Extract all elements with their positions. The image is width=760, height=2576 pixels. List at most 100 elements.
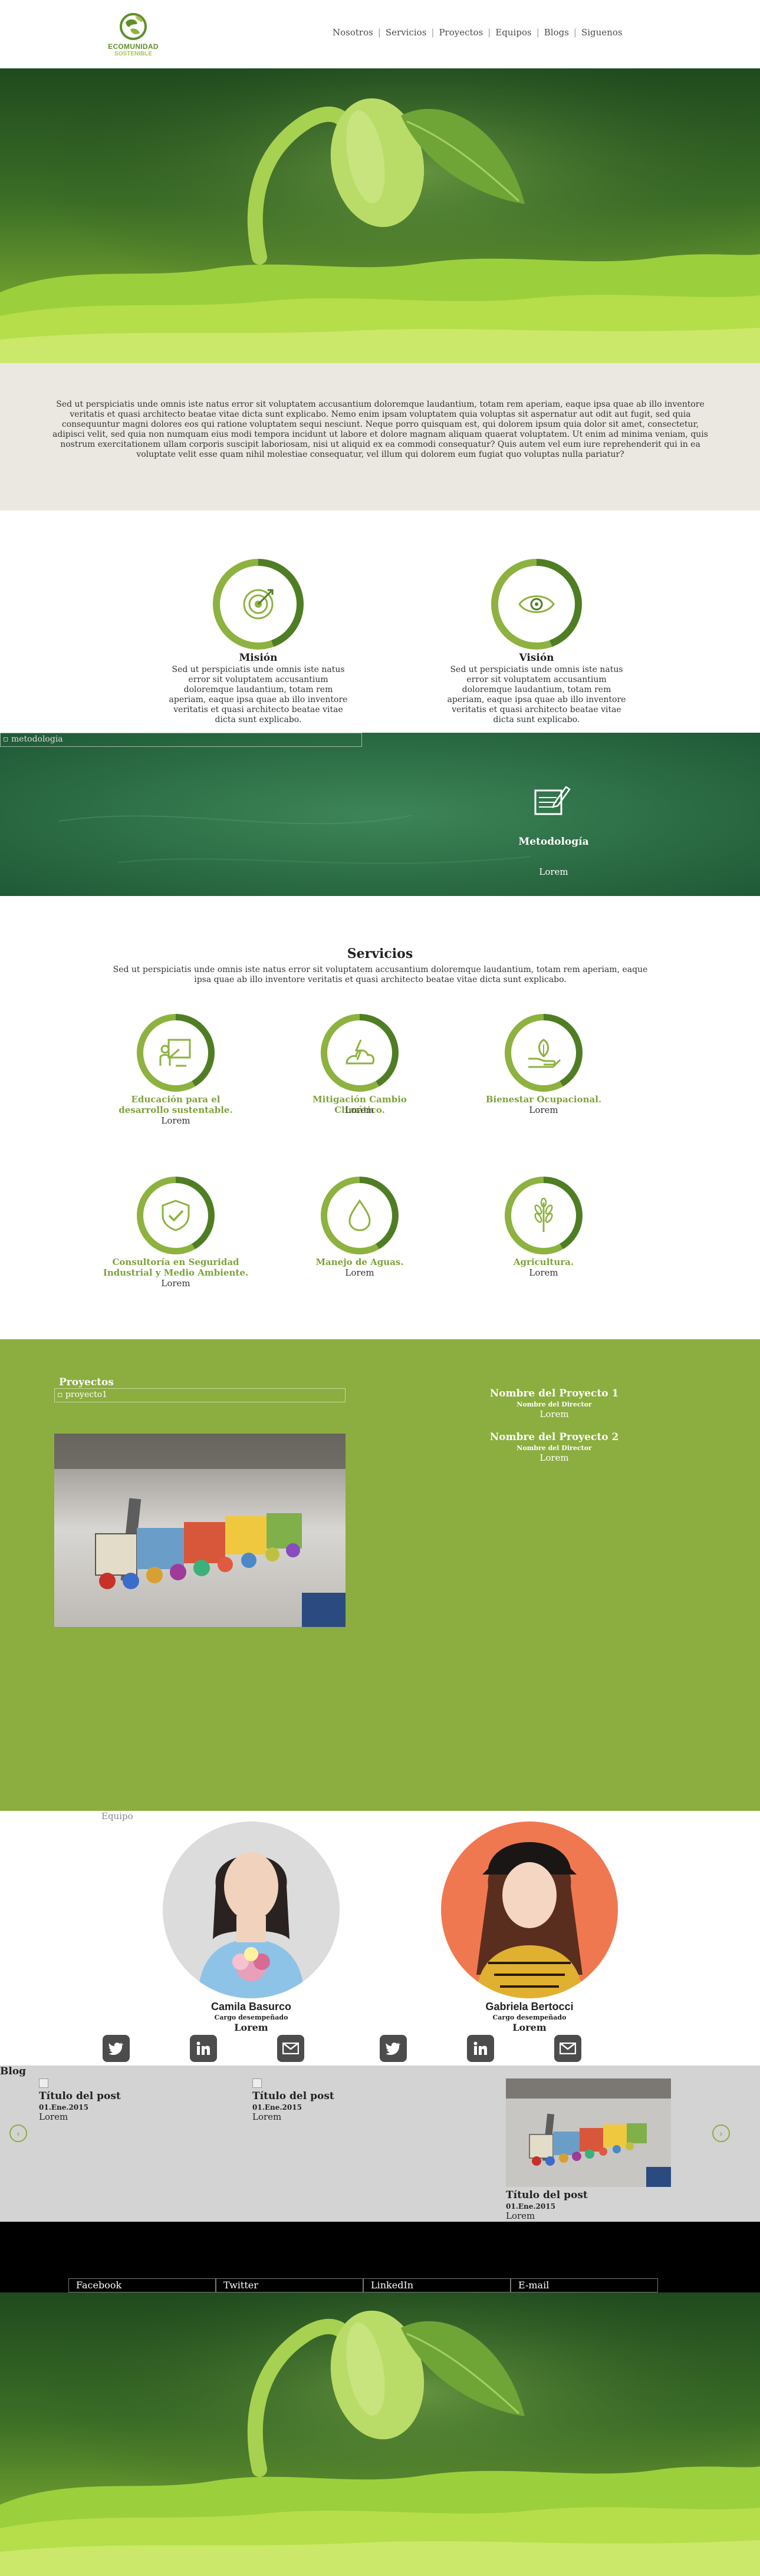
service-sub-education: Lorem xyxy=(161,1115,190,1126)
servicios-title: Servicios xyxy=(347,946,413,961)
notebook-pencil-icon xyxy=(534,786,571,815)
blog-heading: Blog xyxy=(0,2066,27,2077)
globe-leaf-icon xyxy=(120,13,147,40)
servicios-intro: Sed ut perspiciatis unde omnis iste natu… xyxy=(113,965,648,984)
service-label-safety[interactable]: Consultoría en Seguridad Industrial y Me… xyxy=(99,1257,252,1278)
nav-siguenos[interactable]: Siguenos xyxy=(577,27,627,38)
post-3-image[interactable] xyxy=(506,2078,671,2187)
post-2-title[interactable]: Título del post xyxy=(252,2090,429,2102)
equipo-heading: Equipo xyxy=(101,1811,133,1821)
metodologia-section: ▫ metodologia xyxy=(0,733,760,896)
chevron-left-icon: ‹ xyxy=(16,2127,21,2139)
email-button[interactable] xyxy=(554,2035,581,2062)
mission-title: Misión xyxy=(239,652,278,664)
blog-next-arrow[interactable]: › xyxy=(712,2124,730,2142)
climate-icon xyxy=(346,1039,375,1065)
post-3-title[interactable]: Título del post xyxy=(506,2189,683,2201)
broken-image-alt: proyecto1 xyxy=(65,1390,108,1399)
linkedin-button[interactable] xyxy=(467,2035,494,2062)
broken-image-icon: ▫ xyxy=(3,734,9,744)
logo-subtext: SOSTENIBLE xyxy=(114,51,152,57)
vision-circle xyxy=(491,559,582,650)
member-1-role: Cargo desempeñado xyxy=(214,2014,288,2021)
main-nav: Nosotros | Servicios | Proyectos | Equip… xyxy=(328,26,627,39)
post-1-title[interactable]: Título del post xyxy=(39,2090,216,2102)
metodologia-title: Metodología xyxy=(518,836,589,848)
post-1-date: 01.Ene.2015 xyxy=(39,2103,88,2111)
twitter-button[interactable] xyxy=(380,2035,407,2062)
twitter-button[interactable] xyxy=(103,2035,130,2062)
twitter-icon xyxy=(108,2043,123,2055)
member-2-name: Gabriela Bertocci xyxy=(485,2001,574,2012)
email-button[interactable] xyxy=(277,2035,304,2062)
service-label-education[interactable]: Educación para el desarrollo sustentable… xyxy=(111,1094,241,1115)
linkedin-button[interactable] xyxy=(190,2035,217,2062)
twitter-icon xyxy=(386,2043,400,2055)
service-circle-wellbeing[interactable] xyxy=(505,1014,583,1092)
education-icon xyxy=(159,1039,191,1067)
wheat-icon xyxy=(534,1198,553,1232)
service-circle-education[interactable] xyxy=(137,1014,215,1092)
broken-image-icon xyxy=(39,2078,48,2088)
service-circle-safety[interactable] xyxy=(137,1177,215,1254)
nav-servicios[interactable]: Servicios xyxy=(381,27,432,38)
nav-equipos[interactable]: Equipos xyxy=(491,27,536,38)
post-2-lorem: Lorem xyxy=(252,2111,282,2122)
nav-proyectos[interactable]: Proyectos xyxy=(434,27,488,38)
avatar-camila[interactable] xyxy=(163,1821,340,1998)
nav-blogs[interactable]: Blogs xyxy=(539,27,574,38)
service-circle-climate[interactable] xyxy=(321,1014,399,1092)
member-1-name: Camila Basurco xyxy=(210,2001,292,2012)
logo[interactable]: ECOMUNIDAD SOSTENIBLE xyxy=(104,12,163,59)
envelope-icon xyxy=(282,2043,299,2054)
bottom-hero-image xyxy=(0,2292,760,2576)
vision-text: Sed ut perspiciatis unde omnis iste natu… xyxy=(447,665,626,724)
intro-section: Sed ut perspiciatis unde omnis iste natu… xyxy=(0,363,760,510)
broken-image-icon: ▫ xyxy=(57,1390,63,1399)
eye-icon xyxy=(518,595,555,613)
target-icon xyxy=(243,589,274,620)
broken-image-icon xyxy=(252,2078,262,2088)
service-sub-climate: Lorem xyxy=(345,1105,374,1115)
service-label-agriculture[interactable]: Agricultura. xyxy=(479,1257,608,1267)
avatar-gabriela[interactable] xyxy=(441,1821,618,1998)
member-1-lorem: Lorem xyxy=(234,2022,268,2033)
footer-link-email[interactable]: E-mail xyxy=(511,2278,658,2292)
mission-text: Sed ut perspiciatis unde omnis iste natu… xyxy=(169,665,348,724)
footer-link-linkedin[interactable]: LinkedIn xyxy=(363,2278,511,2292)
metodologia-sub: Lorem xyxy=(539,867,568,877)
logo-text: ECOMUNIDAD xyxy=(108,42,159,51)
service-circle-water[interactable] xyxy=(321,1177,399,1254)
project-1-lorem: Lorem xyxy=(539,1409,569,1419)
post-2-date: 01.Ene.2015 xyxy=(252,2103,302,2111)
mission-circle xyxy=(213,559,304,650)
project-photo[interactable] xyxy=(54,1434,346,1627)
wellbeing-icon xyxy=(528,1039,561,1068)
member-2-role: Cargo desempeñado xyxy=(492,2014,567,2021)
broken-image-proyecto: ▫ proyecto1 xyxy=(54,1388,346,1402)
project-2-title[interactable]: Nombre del Proyecto 2 xyxy=(472,1431,637,1443)
footer-link-facebook[interactable]: Facebook xyxy=(68,2278,216,2292)
service-sub-agriculture: Lorem xyxy=(529,1267,558,1278)
service-sub-safety: Lorem xyxy=(161,1278,190,1289)
chalkboard-background xyxy=(0,733,760,896)
post-3-date: 01.Ene.2015 xyxy=(506,2202,555,2211)
service-circle-agriculture[interactable] xyxy=(505,1177,583,1254)
project-1-title[interactable]: Nombre del Proyecto 1 xyxy=(472,1388,637,1399)
proyectos-heading: Proyectos xyxy=(59,1376,114,1388)
vision-title: Visión xyxy=(519,652,554,664)
chevron-right-icon: › xyxy=(719,2127,723,2139)
broken-image-alt: metodologia xyxy=(11,734,63,744)
project-2-director: Nombre del Director xyxy=(516,1444,592,1452)
footer-link-twitter[interactable]: Twitter xyxy=(216,2278,363,2292)
envelope-icon xyxy=(560,2043,576,2054)
safety-shield-icon xyxy=(162,1200,190,1231)
blog-prev-arrow[interactable]: ‹ xyxy=(9,2124,27,2142)
service-label-water[interactable]: Manejo de Aguas. xyxy=(295,1257,425,1267)
service-label-wellbeing[interactable]: Bienestar Ocupacional. xyxy=(479,1094,608,1105)
water-drop-icon xyxy=(348,1199,371,1231)
broken-image-metodologia: ▫ metodologia xyxy=(0,733,362,747)
nav-nosotros[interactable]: Nosotros xyxy=(328,27,378,38)
service-sub-wellbeing: Lorem xyxy=(529,1105,558,1115)
site-header: ECOMUNIDAD SOSTENIBLE Nosotros | Servici… xyxy=(0,0,760,68)
